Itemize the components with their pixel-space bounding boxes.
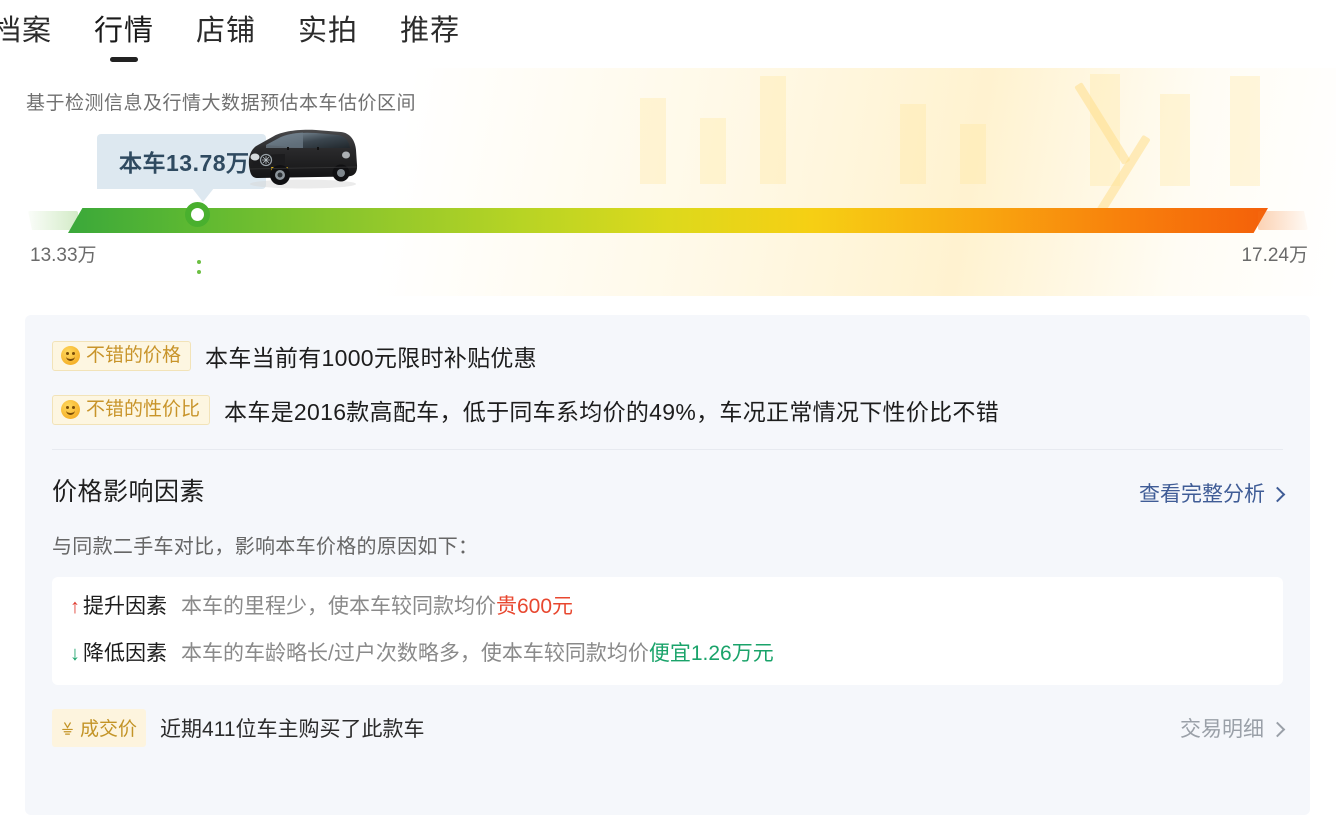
bar-fade-left bbox=[28, 211, 78, 230]
watermark-bar bbox=[1230, 76, 1260, 186]
price-analysis-card: 不错的价格 本车当前有1000元限时补贴优惠 不错的性价比 本车是2016款高配… bbox=[25, 315, 1310, 815]
callout-connector-dot bbox=[197, 260, 201, 264]
badge-label: 不错的性价比 bbox=[86, 399, 201, 420]
hand-tap-icon bbox=[60, 720, 75, 735]
smiley-icon bbox=[61, 400, 80, 419]
factor-value: 便宜1.26万元 bbox=[648, 642, 774, 666]
hero-subtitle: 基于检测信息及行情大数据预估本车估价区间 bbox=[26, 93, 417, 114]
deal-caption: 近期411位车主购买了此款车 bbox=[160, 718, 425, 742]
view-full-analysis-link[interactable]: 查看完整分析 bbox=[1139, 478, 1286, 508]
arrow-up-icon: ↑ bbox=[70, 595, 80, 618]
tab-active-underline bbox=[110, 56, 139, 62]
top-tab-bar: 档案 行情 店铺 实拍 推荐 bbox=[0, 0, 1336, 68]
section-description: 与同款二手车对比，影响本车价格的原因如下： bbox=[52, 536, 479, 558]
arrow-down-icon: ↓ bbox=[70, 642, 80, 665]
badge-label: 不错的价格 bbox=[86, 345, 182, 366]
chevron-right-icon bbox=[1269, 721, 1286, 737]
tab-dangan[interactable]: 档案 bbox=[0, 14, 53, 52]
watermark-bar bbox=[700, 118, 726, 184]
tab-shipai[interactable]: 实拍 bbox=[298, 14, 359, 52]
badge-deal-price: 成交价 bbox=[52, 709, 147, 748]
tab-label: 行情 bbox=[94, 14, 155, 47]
transaction-details-link[interactable]: 交易明细 bbox=[1180, 713, 1286, 743]
price-estimate-hero: 基于检测信息及行情大数据预估本车估价区间 本车13.78万 13.33万 17.… bbox=[0, 68, 1336, 296]
highlight-row-price: 不错的价格 本车当前有1000元限时补贴优惠 bbox=[25, 339, 1310, 373]
badge-good-value: 不错的性价比 bbox=[52, 395, 211, 425]
tab-hangqing[interactable]: 行情 bbox=[94, 14, 155, 62]
tab-dianpu[interactable]: 店铺 bbox=[196, 14, 257, 52]
factor-row-increase: ↑ 提升因素 本车的里程少，使本车较同款均价 贵600元 bbox=[52, 595, 1283, 618]
watermark-bar bbox=[760, 76, 786, 184]
bar-gradient bbox=[68, 208, 1268, 233]
price-range-min: 13.33万 bbox=[30, 245, 97, 266]
highlight-row-value: 不错的性价比 本车是2016款高配车，低于同车系均价的49%，车况正常情况下性价… bbox=[25, 393, 1310, 427]
tab-label: 店铺 bbox=[196, 14, 257, 47]
price-range-max: 17.24万 bbox=[1241, 245, 1308, 266]
deal-left-group: 成交价 近期411位车主购买了此款车 bbox=[52, 709, 425, 748]
current-car-price-callout: 本车13.78万 bbox=[97, 134, 266, 202]
link-label: 查看完整分析 bbox=[1139, 483, 1265, 506]
factor-label: 提升因素 bbox=[83, 595, 167, 618]
price-factors-box: ↑ 提升因素 本车的里程少，使本车较同款均价 贵600元 ↓ 降低因素 本车的车… bbox=[52, 577, 1283, 686]
factor-label: 降低因素 bbox=[83, 642, 167, 666]
deal-price-row: 成交价 近期411位车主购买了此款车 交易明细 bbox=[25, 685, 1310, 748]
bar-fade-right bbox=[1258, 211, 1308, 230]
factor-row-decrease: ↓ 降低因素 本车的车龄略长/过户次数略多，使本车较同款均价 便宜1.26万元 bbox=[52, 642, 1283, 665]
highlight-caption: 本车是2016款高配车，低于同车系均价的49%，车况正常情况下性价比不错 bbox=[224, 399, 1000, 425]
tab-label: 档案 bbox=[0, 14, 53, 47]
factor-value: 贵600元 bbox=[496, 595, 574, 618]
callout-connector-dot bbox=[197, 270, 201, 274]
badge-good-price: 不错的价格 bbox=[52, 341, 192, 371]
price-position-marker bbox=[185, 202, 210, 227]
smiley-icon bbox=[61, 346, 80, 365]
badge-label: 成交价 bbox=[80, 719, 138, 741]
factor-text: 本车的里程少，使本车较同款均价 bbox=[181, 595, 496, 618]
tab-tuijian[interactable]: 推荐 bbox=[400, 14, 461, 52]
watermark-bar bbox=[900, 104, 926, 184]
tab-label: 实拍 bbox=[298, 14, 359, 47]
link-label: 交易明细 bbox=[1180, 718, 1264, 742]
section-title: 价格影响因素 bbox=[52, 478, 206, 506]
tab-label: 推荐 bbox=[400, 14, 461, 47]
watermark-bar bbox=[640, 98, 666, 184]
chevron-right-icon bbox=[1269, 486, 1286, 502]
car-image bbox=[248, 129, 358, 189]
highlight-caption: 本车当前有1000元限时补贴优惠 bbox=[205, 345, 537, 371]
watermark-bar bbox=[960, 124, 986, 184]
price-factors-header: 价格影响因素 查看完整分析 bbox=[25, 450, 1310, 508]
callout-label: 本车13.78万 bbox=[119, 150, 250, 176]
watermark-bar bbox=[1160, 94, 1190, 186]
factor-text: 本车的车龄略长/过户次数略多，使本车较同款均价 bbox=[181, 642, 649, 666]
